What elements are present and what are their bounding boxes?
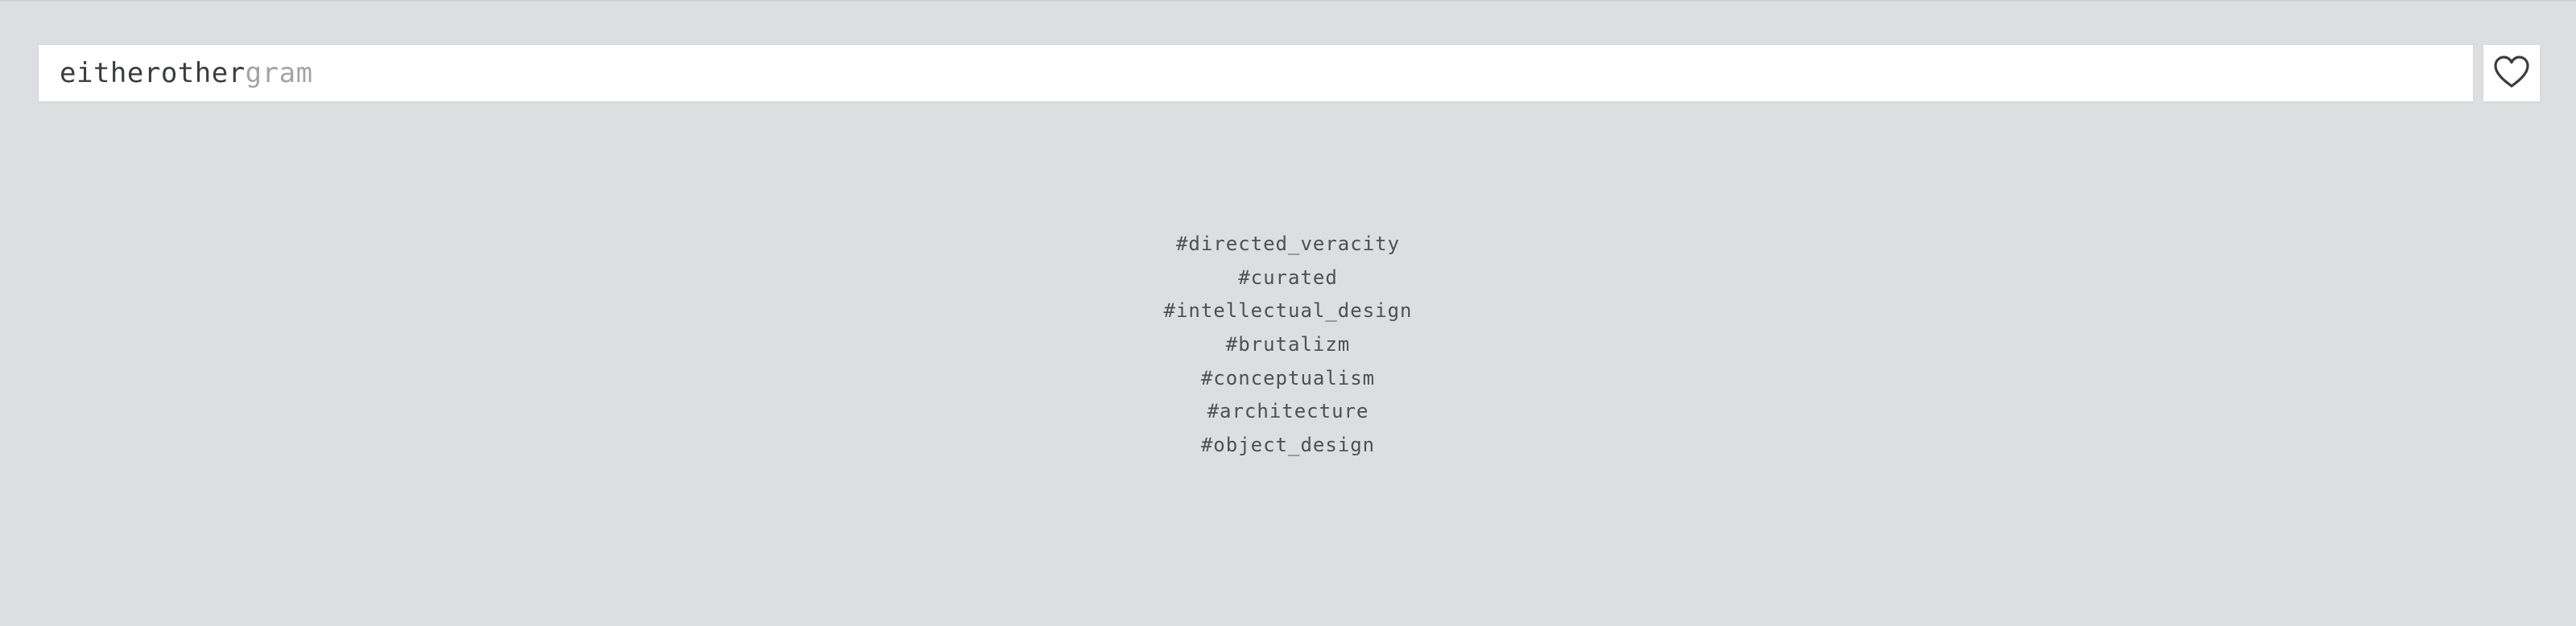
heart-icon: [2492, 54, 2531, 93]
top-divider: [0, 0, 2576, 2]
tag-link[interactable]: #brutalizm: [0, 328, 2576, 362]
tag-link[interactable]: #conceptualism: [0, 362, 2576, 396]
tag-link[interactable]: #curated: [0, 262, 2576, 295]
tag-link[interactable]: #intellectual_design: [0, 294, 2576, 328]
logo-text-light: gram: [245, 57, 313, 89]
header-bar: eitherothergram: [39, 45, 2473, 101]
tag-link[interactable]: #object_design: [0, 429, 2576, 463]
tag-link[interactable]: #directed_veracity: [0, 228, 2576, 262]
tag-list: #directed_veracity #curated #intellectua…: [0, 228, 2576, 463]
logo-text-dark: eitherother: [60, 57, 246, 89]
site-logo[interactable]: eitherothergram: [60, 60, 313, 87]
tag-link[interactable]: #architecture: [0, 395, 2576, 429]
favorites-button[interactable]: [2483, 45, 2540, 101]
